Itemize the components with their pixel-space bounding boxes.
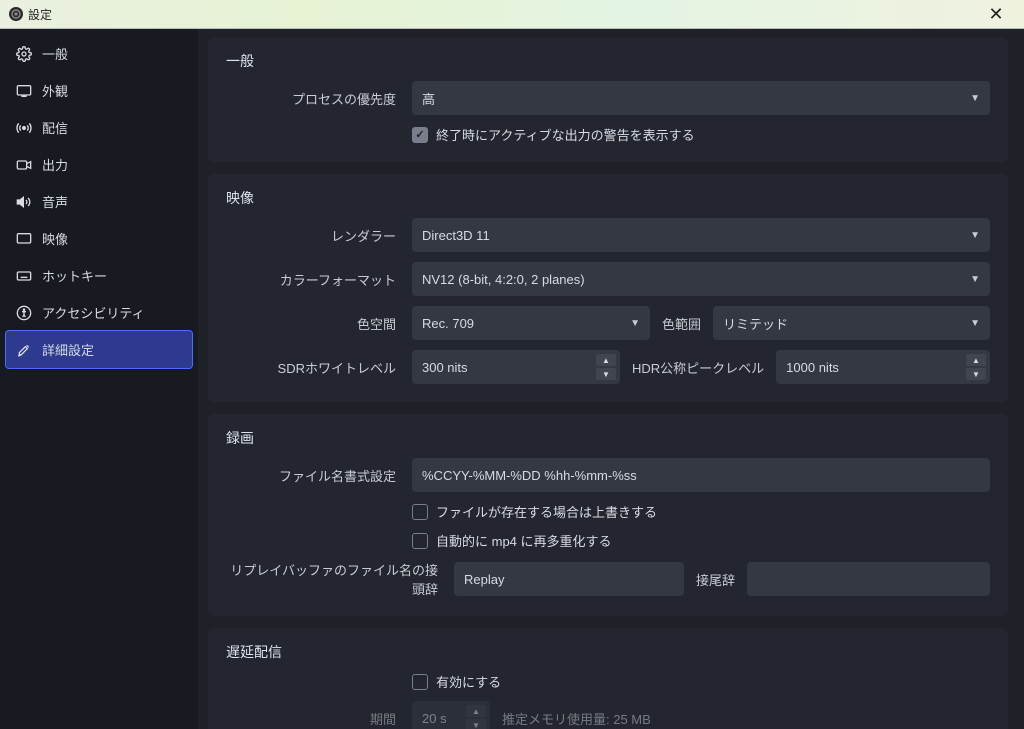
sidebar-item-audio[interactable]: 音声: [6, 183, 192, 220]
colorrange-dropdown[interactable]: リミテッド ▼: [713, 306, 990, 340]
replay-prefix-input[interactable]: Replay: [454, 562, 684, 596]
chevron-down-icon: ▼: [970, 93, 980, 104]
content-area: 一般 プロセスの優先度 高 ▼ 終了時にアクティブな出力の警告を表示する 映像 …: [198, 29, 1024, 729]
sidebar-item-label: 詳細設定: [42, 340, 94, 359]
chevron-down-icon: ▼: [970, 230, 980, 241]
dropdown-value: リミテッド: [723, 314, 788, 333]
renderer-dropdown[interactable]: Direct3D 11 ▼: [412, 218, 990, 252]
sidebar-item-general[interactable]: 一般: [6, 35, 192, 72]
priority-dropdown[interactable]: 高 ▼: [412, 81, 990, 115]
chevron-down-icon: ▼: [630, 318, 640, 329]
section-video: 映像 レンダラー Direct3D 11 ▼ カラーフォーマット NV12 (8…: [208, 174, 1008, 402]
hdr-peak-level-spinner[interactable]: 1000 nits ▲ ▼: [776, 350, 990, 384]
section-title: 一般: [226, 51, 990, 71]
sidebar-item-advanced[interactable]: 詳細設定: [6, 331, 192, 368]
sidebar-item-label: ホットキー: [42, 266, 107, 285]
sdr-label: SDRホワイトレベル: [226, 358, 404, 377]
spinner-value: 1000 nits: [786, 360, 839, 375]
spinner-value: 20 s: [422, 711, 447, 726]
sidebar-item-accessibility[interactable]: アクセシビリティ: [6, 294, 192, 331]
replay-prefix-label: リプレイバッファのファイル名の接頭辞: [226, 560, 446, 598]
sidebar-item-label: 外観: [42, 81, 68, 100]
checkbox-label: ファイルが存在する場合は上書きする: [436, 502, 657, 521]
sidebar: 一般 外観 配信 出力 音声 映像 ホットキー アクセシビリティ: [0, 29, 198, 729]
step-down-button[interactable]: ▼: [966, 368, 986, 380]
colorformat-label: カラーフォーマット: [226, 270, 404, 289]
app-icon: [8, 6, 24, 22]
hdr-label: HDR公称ピークレベル: [628, 358, 768, 377]
appearance-icon: [16, 83, 32, 99]
audio-icon: [16, 194, 32, 210]
checkbox-label: 終了時にアクティブな出力の警告を表示する: [436, 125, 695, 144]
sidebar-item-hotkeys[interactable]: ホットキー: [6, 257, 192, 294]
output-icon: [16, 157, 32, 173]
sidebar-item-label: 音声: [42, 192, 68, 211]
colorformat-dropdown[interactable]: NV12 (8-bit, 4:2:0, 2 planes) ▼: [412, 262, 990, 296]
close-button[interactable]: ✕: [976, 4, 1016, 25]
dropdown-value: 高: [422, 89, 435, 108]
sidebar-item-stream[interactable]: 配信: [6, 109, 192, 146]
colorspace-dropdown[interactable]: Rec. 709 ▼: [412, 306, 650, 340]
section-recording: 録画 ファイル名書式設定 %CCYY-%MM-%DD %hh-%mm-%ss フ…: [208, 414, 1008, 616]
replay-suffix-input[interactable]: [747, 562, 990, 596]
broadcast-icon: [16, 120, 32, 136]
priority-label: プロセスの優先度: [226, 89, 404, 108]
title-bar: 設定 ✕: [0, 0, 1024, 29]
delay-duration-spinner[interactable]: 20 s ▲ ▼: [412, 701, 490, 729]
sidebar-item-label: 映像: [42, 229, 68, 248]
delay-duration-label: 期間: [226, 709, 404, 728]
warn-on-exit-checkbox[interactable]: [412, 127, 428, 143]
step-up-button[interactable]: ▲: [966, 354, 986, 366]
checkbox-label: 有効にする: [436, 672, 501, 691]
video-icon: [16, 231, 32, 247]
chevron-down-icon: ▼: [970, 318, 980, 329]
sidebar-item-appearance[interactable]: 外観: [6, 72, 192, 109]
section-title: 録画: [226, 428, 990, 448]
spinner-value: 300 nits: [422, 360, 468, 375]
checkbox-label: 自動的に mp4 に再多重化する: [436, 531, 612, 550]
remux-checkbox[interactable]: [412, 533, 428, 549]
step-down-button[interactable]: ▼: [596, 368, 616, 380]
delay-enable-checkbox[interactable]: [412, 674, 428, 690]
replay-suffix-label: 接尾辞: [692, 570, 739, 589]
sidebar-item-video[interactable]: 映像: [6, 220, 192, 257]
sidebar-item-label: 配信: [42, 118, 68, 137]
section-title: 遅延配信: [226, 642, 990, 662]
filename-format-input[interactable]: %CCYY-%MM-%DD %hh-%mm-%ss: [412, 458, 990, 492]
sdr-white-level-spinner[interactable]: 300 nits ▲ ▼: [412, 350, 620, 384]
dropdown-value: Rec. 709: [422, 316, 474, 331]
dropdown-value: NV12 (8-bit, 4:2:0, 2 planes): [422, 272, 585, 287]
delay-memory-label: 推定メモリ使用量: 25 MB: [498, 709, 655, 728]
step-up-button[interactable]: ▲: [596, 354, 616, 366]
sidebar-item-label: アクセシビリティ: [42, 303, 145, 322]
colorrange-label: 色範囲: [658, 314, 705, 333]
sidebar-item-label: 出力: [42, 155, 68, 174]
tools-icon: [16, 342, 32, 358]
chevron-down-icon: ▼: [970, 274, 980, 285]
window-title: 設定: [28, 6, 52, 23]
accessibility-icon: [16, 305, 32, 321]
section-delay: 遅延配信 有効にする 期間 20 s ▲▼ 推定メモリ使用量: 25 MB 再接…: [208, 628, 1008, 729]
dropdown-value: Direct3D 11: [422, 228, 490, 243]
renderer-label: レンダラー: [226, 226, 404, 245]
filename-format-label: ファイル名書式設定: [226, 466, 404, 485]
gear-icon: [16, 46, 32, 62]
section-title: 映像: [226, 188, 990, 208]
step-down-button[interactable]: ▼: [466, 719, 486, 729]
overwrite-checkbox[interactable]: [412, 504, 428, 520]
section-general: 一般 プロセスの優先度 高 ▼ 終了時にアクティブな出力の警告を表示する: [208, 37, 1008, 162]
sidebar-item-output[interactable]: 出力: [6, 146, 192, 183]
keyboard-icon: [16, 268, 32, 284]
step-up-button[interactable]: ▲: [466, 705, 486, 717]
colorspace-label: 色空間: [226, 314, 404, 333]
sidebar-item-label: 一般: [42, 44, 68, 63]
